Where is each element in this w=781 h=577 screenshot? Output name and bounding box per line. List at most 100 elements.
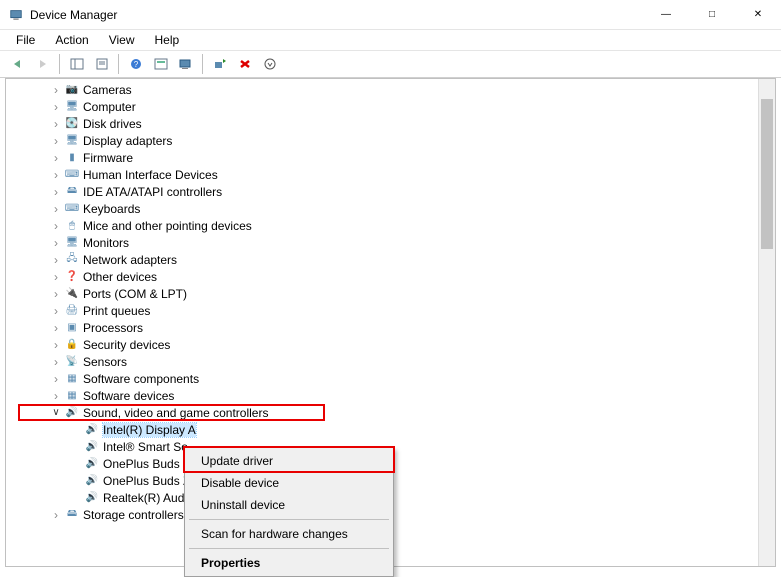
expander-icon[interactable] [48, 116, 64, 132]
expander-icon[interactable] [48, 388, 64, 404]
tree-label: Sound, video and game controllers [83, 406, 268, 420]
category-firmware[interactable]: ▮Firmware [6, 149, 775, 166]
tree-label: Disk drives [83, 117, 142, 131]
device-icon: 🖥 [64, 99, 80, 115]
toolbar: ? [0, 51, 781, 78]
expander-icon [68, 490, 84, 506]
expander-icon[interactable] [48, 507, 64, 523]
expander-icon[interactable] [48, 337, 64, 353]
device-icon: 🔊 [84, 473, 100, 489]
context-menu: Update driverDisable deviceUninstall dev… [184, 447, 394, 577]
show-hide-tree-button[interactable] [65, 53, 88, 75]
expander-icon[interactable] [48, 184, 64, 200]
expander-icon[interactable] [48, 150, 64, 166]
tree-label: Processors [83, 321, 143, 335]
category-ide-ata-atapi-controllers[interactable]: 🖴IDE ATA/ATAPI controllers [6, 183, 775, 200]
expander-icon[interactable] [48, 252, 64, 268]
category-disk-drives[interactable]: 💽Disk drives [6, 115, 775, 132]
expander-icon[interactable] [48, 133, 64, 149]
update-button[interactable] [149, 53, 172, 75]
scrollbar[interactable] [758, 79, 775, 566]
category-human-interface-devices[interactable]: ⌨Human Interface Devices [6, 166, 775, 183]
expander-icon[interactable] [48, 371, 64, 387]
app-icon [8, 7, 24, 23]
help-button[interactable]: ? [124, 53, 147, 75]
tree-label: Software components [83, 372, 199, 386]
context-menu-scan-for-hardware-changes[interactable]: Scan for hardware changes [187, 523, 391, 545]
menu-help[interactable]: Help [145, 31, 190, 49]
device-icon: ▮ [64, 150, 80, 166]
context-menu-disable-device[interactable]: Disable device [187, 472, 391, 494]
svg-text:?: ? [133, 60, 138, 69]
context-menu-properties[interactable]: Properties [187, 552, 391, 574]
device-icon: 🔊 [84, 490, 100, 506]
expander-icon[interactable] [48, 303, 64, 319]
category-sensors[interactable]: 📡Sensors [6, 353, 775, 370]
menubar: File Action View Help [0, 30, 781, 51]
category-processors[interactable]: ▣Processors [6, 319, 775, 336]
tree-label: Display adapters [83, 134, 172, 148]
category-software-devices[interactable]: ▦Software devices [6, 387, 775, 404]
uninstall-button[interactable] [233, 53, 256, 75]
category-ports-com-lpt-[interactable]: 🔌Ports (COM & LPT) [6, 285, 775, 302]
device-icon: ⌨ [64, 167, 80, 183]
tree-label: Human Interface Devices [83, 168, 218, 182]
device-icon: 🔊 [84, 422, 100, 438]
minimize-button[interactable]: — [643, 0, 689, 30]
maximize-button[interactable]: □ [689, 0, 735, 30]
menu-file[interactable]: File [6, 31, 45, 49]
expander-icon[interactable] [48, 99, 64, 115]
tree-label: Ports (COM & LPT) [83, 287, 187, 301]
expander-icon[interactable] [48, 167, 64, 183]
category-print-queues[interactable]: 🖨Print queues [6, 302, 775, 319]
device-item[interactable]: 🔊Intel(R) Display A [6, 421, 775, 438]
context-menu-uninstall-device[interactable]: Uninstall device [187, 494, 391, 516]
category-security-devices[interactable]: 🔒Security devices [6, 336, 775, 353]
device-icon: ▦ [64, 388, 80, 404]
device-icon: 📷 [64, 82, 80, 98]
titlebar: Device Manager — □ ✕ [0, 0, 781, 30]
expander-icon[interactable] [48, 354, 64, 370]
device-icon: 🖥 [64, 235, 80, 251]
device-icon: 🖨 [64, 303, 80, 319]
expander-icon[interactable] [48, 235, 64, 251]
expander-icon[interactable] [48, 320, 64, 336]
device-icon: 🖱 [64, 218, 80, 234]
expander-icon [68, 439, 84, 455]
category-computer[interactable]: 🖥Computer [6, 98, 775, 115]
menu-view[interactable]: View [99, 31, 145, 49]
category-keyboards[interactable]: ⌨Keyboards [6, 200, 775, 217]
context-menu-separator [189, 548, 389, 549]
forward-button[interactable] [31, 53, 54, 75]
device-icon: 🔊 [84, 456, 100, 472]
context-menu-update-driver[interactable]: Update driver [187, 450, 391, 472]
category-sound-video-game[interactable]: 🔊Sound, video and game controllers [6, 404, 775, 421]
category-mice-and-other-pointing-devices[interactable]: 🖱Mice and other pointing devices [6, 217, 775, 234]
category-monitors[interactable]: 🖥Monitors [6, 234, 775, 251]
expander-icon[interactable] [48, 269, 64, 285]
category-other-devices[interactable]: ❓Other devices [6, 268, 775, 285]
properties-button[interactable] [90, 53, 113, 75]
category-display-adapters[interactable]: 🖥Display adapters [6, 132, 775, 149]
tree-label: Realtek(R) Audio [103, 491, 194, 505]
expander-icon[interactable] [48, 201, 64, 217]
device-icon: 🔊 [84, 439, 100, 455]
tree-label: Print queues [83, 304, 150, 318]
close-button[interactable]: ✕ [735, 0, 781, 30]
expander-icon[interactable] [48, 82, 64, 98]
category-cameras[interactable]: 📷Cameras [6, 81, 775, 98]
device-icon: 🔊 [64, 405, 80, 421]
tree-label: OnePlus Buds Z [103, 457, 190, 471]
scan-hardware-button[interactable] [174, 53, 197, 75]
category-network-adapters[interactable]: 🖧Network adapters [6, 251, 775, 268]
category-software-components[interactable]: ▦Software components [6, 370, 775, 387]
expander-icon[interactable] [48, 405, 64, 421]
tree-label: Firmware [83, 151, 133, 165]
expander-icon[interactable] [48, 286, 64, 302]
action-button[interactable] [258, 53, 281, 75]
menu-action[interactable]: Action [45, 31, 98, 49]
device-icon: ❓ [64, 269, 80, 285]
expander-icon[interactable] [48, 218, 64, 234]
add-legacy-button[interactable] [208, 53, 231, 75]
back-button[interactable] [6, 53, 29, 75]
